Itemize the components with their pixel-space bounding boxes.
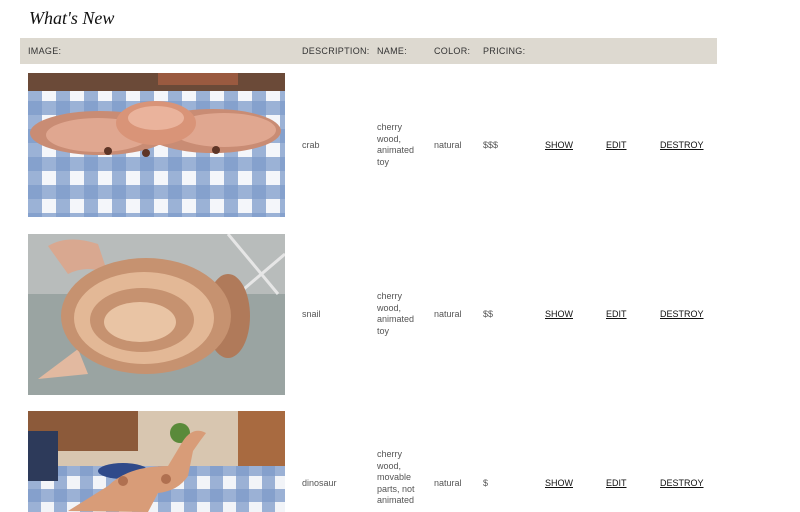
header-pricing: PRICING: (483, 46, 526, 56)
row-pricing: $$$ (483, 140, 499, 150)
table-row: snail cherry wood, animated toy natural … (0, 234, 800, 395)
edit-link[interactable]: EDIT (606, 140, 627, 152)
row-pricing: $$ (483, 309, 494, 319)
table-row: crab cherry wood, animated toy natural $… (0, 73, 800, 217)
edit-link[interactable]: EDIT (606, 478, 627, 490)
row-name: cherry wood, animated toy (377, 291, 415, 336)
row-description: crab (302, 140, 320, 150)
show-link[interactable]: SHOW (545, 478, 573, 490)
row-color: natural (434, 478, 462, 488)
header-name: NAME: (377, 46, 408, 56)
row-color: natural (434, 309, 462, 319)
header-image: IMAGE: (28, 46, 62, 56)
show-link[interactable]: SHOW (545, 309, 573, 321)
row-description: dinosaur (302, 478, 337, 488)
row-pricing: $ (483, 478, 489, 488)
crab-image (28, 73, 285, 217)
row-name: cherry wood, animated toy (377, 122, 415, 167)
edit-link[interactable]: EDIT (606, 309, 627, 321)
destroy-link[interactable]: DESTROY (660, 478, 704, 490)
show-link[interactable]: SHOW (545, 140, 573, 152)
row-description: snail (302, 309, 321, 319)
destroy-link[interactable]: DESTROY (660, 309, 704, 321)
header-description: DESCRIPTION: (302, 46, 370, 56)
header-color: COLOR: (434, 46, 471, 56)
table-header: IMAGE: DESCRIPTION: NAME: COLOR: PRICING… (20, 38, 717, 64)
table-row: dinosaur cherry wood, movable parts, not… (0, 411, 800, 512)
row-color: natural (434, 140, 462, 150)
snail-image (28, 234, 285, 395)
destroy-link[interactable]: DESTROY (660, 140, 704, 152)
dinosaur-image (28, 411, 285, 512)
page-title: What's New (29, 8, 115, 28)
row-name: cherry wood, movable parts, not animated (377, 449, 415, 505)
